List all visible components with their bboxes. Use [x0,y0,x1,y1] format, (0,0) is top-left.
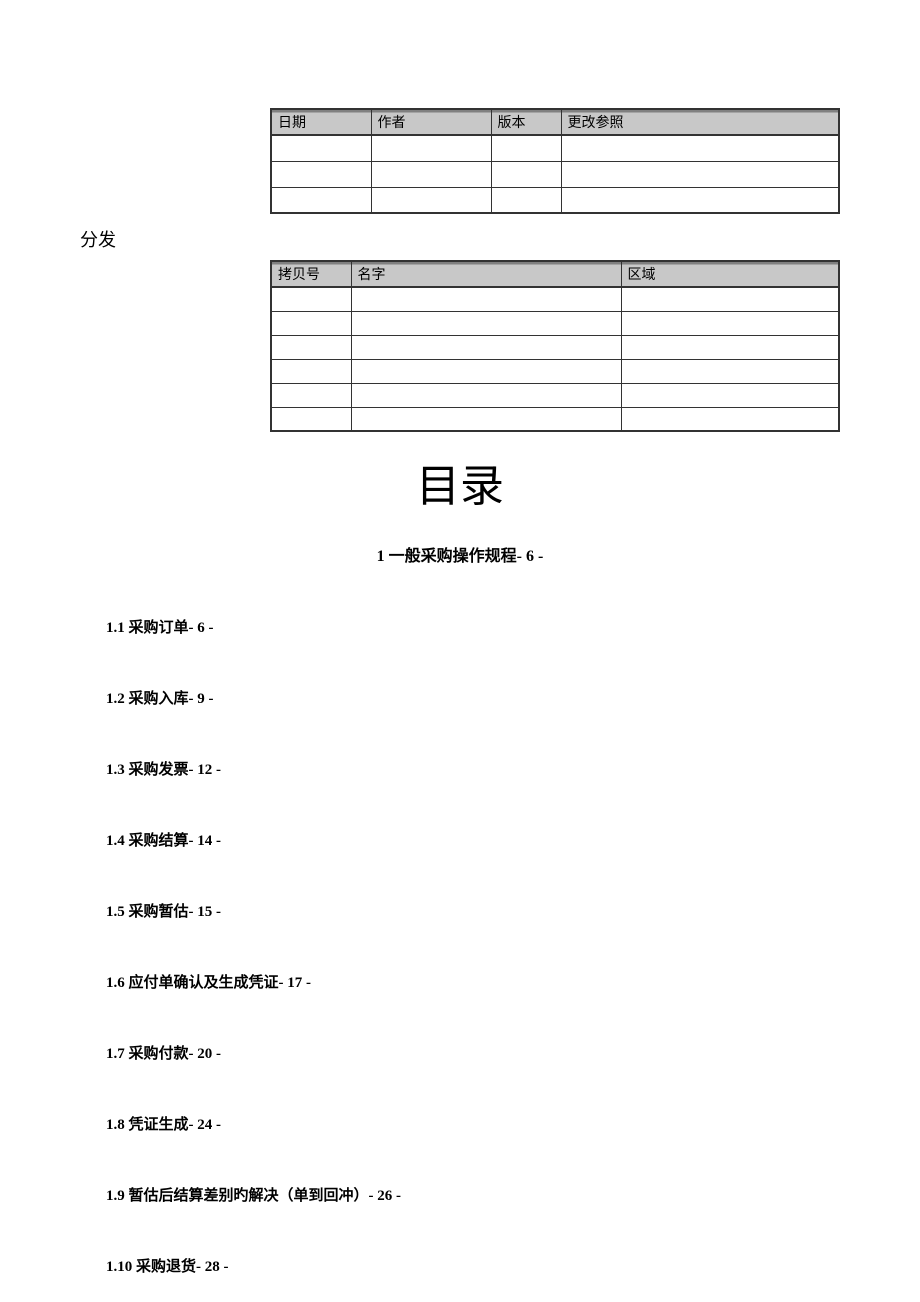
toc-item: 1.5 采购暂估- 15 - [106,900,780,921]
toc-item: 1.4 采购结算- 14 - [106,829,780,850]
distribution-table: 拷贝号 名字 区域 [270,260,840,432]
toc-item: 1.8 凭证生成- 24 - [106,1113,780,1134]
table-row [271,407,839,431]
distribution-heading: 分发 [80,226,840,252]
table-header-row: 日期 作者 版本 更改参照 [271,109,839,135]
table-row [271,135,839,161]
toc-main-item: 1 一般采购操作规程- 6 - [80,542,840,566]
history-table: 日期 作者 版本 更改参照 [270,108,840,214]
col-version: 版本 [491,109,561,135]
table-row [271,161,839,187]
table-row [271,187,839,213]
toc-item: 1.7 采购付款- 20 - [106,1042,780,1063]
col-copy-no: 拷贝号 [271,261,351,287]
col-date: 日期 [271,109,371,135]
col-name: 名字 [351,261,621,287]
table-row [271,359,839,383]
table-row [271,383,839,407]
toc-item: 1.10 采购退货- 28 - [106,1255,780,1276]
table-row [271,311,839,335]
toc-item: 1.3 采购发票- 12 - [106,758,780,779]
toc-item: 1.9 暂估后结算差别旳解决（单到回冲）- 26 - [106,1184,780,1205]
table-row [271,287,839,311]
toc-title: 目录 [80,450,840,514]
table-row [271,335,839,359]
toc-list: 1.1 采购订单- 6 - 1.2 采购入库- 9 - 1.3 采购发票- 12… [106,616,780,1276]
col-change-ref: 更改参照 [561,109,839,135]
document-page: 日期 作者 版本 更改参照 分发 拷贝号 名字 区域 [0,0,920,1276]
toc-item: 1.1 采购订单- 6 - [106,616,780,637]
toc-item: 1.2 采购入库- 9 - [106,687,780,708]
table-header-row: 拷贝号 名字 区域 [271,261,839,287]
col-author: 作者 [371,109,491,135]
col-region: 区域 [621,261,839,287]
toc-item: 1.6 应付单确认及生成凭证- 17 - [106,971,780,992]
